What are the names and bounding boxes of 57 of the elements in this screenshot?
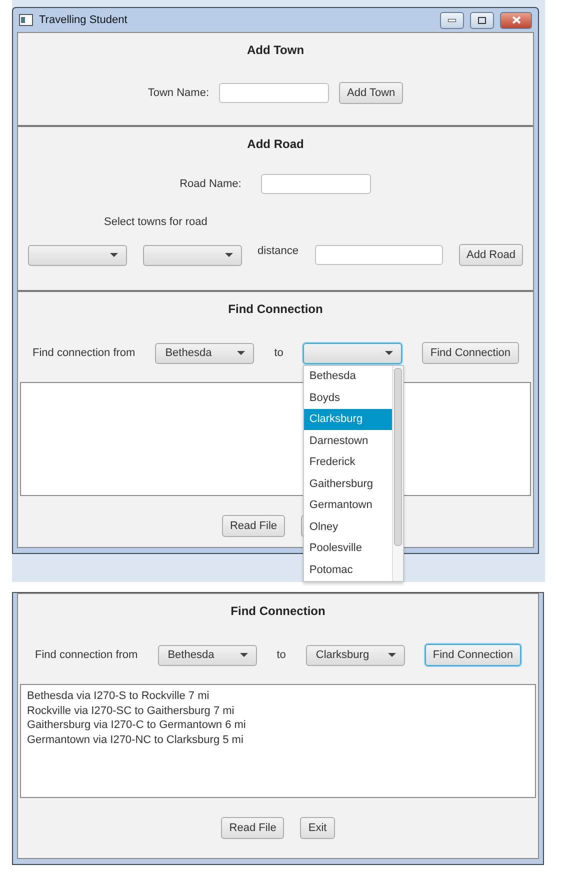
footer-button[interactable]: Exit bbox=[300, 817, 335, 839]
caret-icon bbox=[388, 653, 396, 657]
close-button[interactable] bbox=[500, 12, 532, 28]
minimize-button[interactable] bbox=[440, 12, 464, 28]
find-connection-button[interactable]: Find Connection bbox=[422, 342, 518, 364]
to-label: to bbox=[274, 347, 284, 359]
from-label: Find connection from bbox=[34, 649, 138, 661]
from-label: Find connection from bbox=[32, 347, 136, 359]
combo-box[interactable] bbox=[142, 244, 242, 266]
add-road-button[interactable]: Add Road bbox=[458, 244, 524, 266]
caret-icon bbox=[385, 351, 394, 355]
add-town-button[interactable]: Add Town bbox=[339, 82, 404, 104]
dropdown-item[interactable]: Germantown bbox=[304, 494, 392, 516]
section-heading: Find Connection bbox=[230, 604, 326, 618]
section-heading: Add Road bbox=[247, 137, 304, 151]
combo-box[interactable] bbox=[28, 244, 127, 266]
caret-icon bbox=[224, 253, 233, 257]
dropdown-item[interactable]: Frederick bbox=[304, 452, 392, 473]
to-label: to bbox=[276, 649, 286, 661]
dropdown-item[interactable]: Olney bbox=[304, 516, 392, 538]
maximize-icon bbox=[478, 16, 486, 24]
dropdown-item[interactable]: Darnestown bbox=[304, 430, 392, 452]
result-line: Bethesda via I270-S to Rockville 7 mi bbox=[27, 689, 210, 704]
minimize-icon bbox=[448, 18, 456, 22]
result-line: Rockville via I270-SC to Gaithersburg 7 mi bbox=[27, 704, 236, 718]
caret-icon bbox=[110, 253, 118, 257]
distance-field[interactable] bbox=[314, 245, 443, 265]
combo-box[interactable]: Clarksburg bbox=[306, 644, 405, 666]
caret-icon bbox=[240, 653, 248, 657]
road-name-label: Road Name: bbox=[180, 178, 242, 190]
result-area[interactable]: Bethesda via I270-S to Rockville 7 mi Rockville via I270-SC to Gaithersburg 7 mi Gaithersburg via I270-C to Germantown 6 mi Germantown via I270-NC to Clarksburg 5 mi bbox=[20, 684, 536, 798]
road-name-field[interactable] bbox=[261, 174, 372, 194]
dropdown-item[interactable]: Boyds bbox=[304, 387, 392, 408]
combo-box[interactable]: Bethesda bbox=[158, 644, 257, 666]
dropdown-item[interactable]: Potomac bbox=[304, 559, 392, 580]
distance-label: distance bbox=[258, 245, 299, 257]
result-line: Germantown via I270-NC to Clarksburg 5 mi bbox=[27, 732, 244, 747]
dropdown-item[interactable]: Bethesda bbox=[304, 366, 392, 387]
result-line: Gaithersburg via I270-C to Germantown 6 mi bbox=[27, 718, 247, 732]
find-connection-button[interactable]: Find Connection bbox=[424, 644, 521, 666]
dropdown-item[interactable]: Gaithersburg bbox=[304, 473, 392, 494]
read-file-button[interactable]: Read File bbox=[222, 515, 286, 537]
town-name-field[interactable] bbox=[219, 83, 330, 103]
app-icon bbox=[19, 14, 33, 26]
select-towns-label: Select towns for road bbox=[104, 216, 208, 228]
footer-button[interactable]: Read File bbox=[221, 817, 284, 839]
scroll-bar[interactable] bbox=[392, 366, 404, 580]
combo-box[interactable] bbox=[303, 342, 402, 364]
window-title: Travelling Student bbox=[39, 14, 128, 26]
section-heading: Find Connection bbox=[228, 302, 323, 316]
caret-icon bbox=[237, 351, 246, 355]
close-icon bbox=[512, 16, 520, 24]
combo-box[interactable]: Bethesda bbox=[155, 342, 254, 364]
maximize-button[interactable] bbox=[470, 12, 494, 28]
section-heading: Add Town bbox=[246, 43, 304, 57]
town-name-label: Town Name: bbox=[148, 87, 210, 99]
dropdown-item[interactable]: Poolesville bbox=[304, 538, 392, 559]
